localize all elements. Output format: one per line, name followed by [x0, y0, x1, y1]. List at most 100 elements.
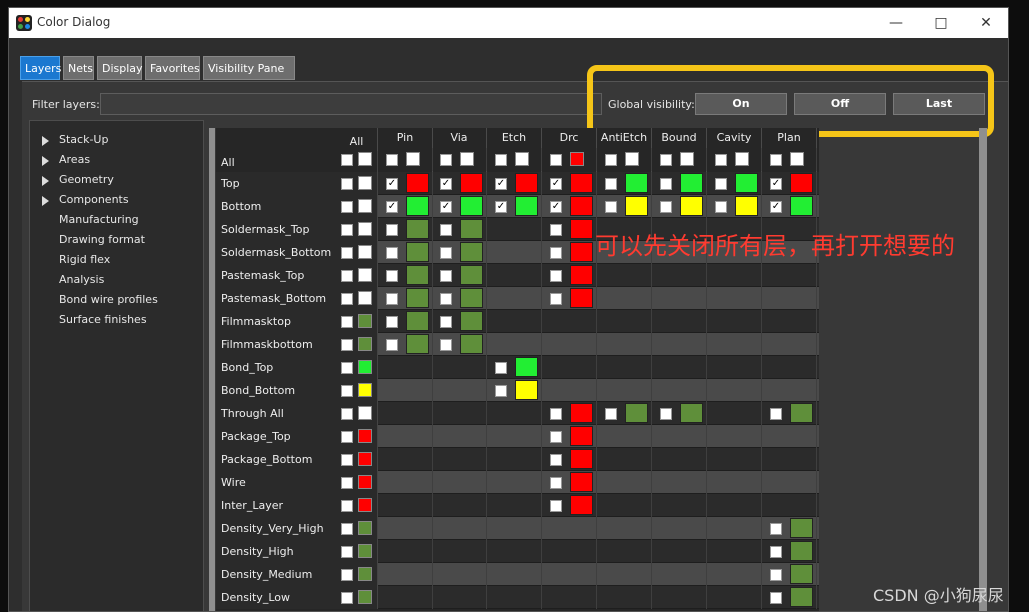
visibility-checkbox[interactable] — [440, 339, 452, 351]
visibility-checkbox[interactable] — [440, 293, 452, 305]
all-visibility-checkbox[interactable] — [341, 431, 353, 443]
visibility-checkbox[interactable] — [386, 154, 398, 166]
visibility-checkbox[interactable] — [770, 523, 782, 535]
color-swatch[interactable] — [406, 152, 420, 166]
visibility-checkbox[interactable] — [770, 408, 782, 420]
visibility-checkbox[interactable] — [770, 592, 782, 604]
all-color-swatch[interactable] — [358, 291, 372, 305]
visibility-checkbox[interactable] — [605, 201, 617, 213]
all-visibility-checkbox[interactable] — [341, 385, 353, 397]
global-on-button[interactable]: On — [695, 93, 787, 115]
all-color-swatch[interactable] — [358, 521, 372, 535]
all-visibility-checkbox[interactable] — [341, 293, 353, 305]
color-swatch[interactable] — [790, 587, 813, 607]
color-swatch[interactable] — [570, 265, 593, 285]
visibility-checkbox[interactable] — [550, 293, 562, 305]
all-visibility-checkbox[interactable] — [341, 154, 353, 166]
visibility-checkbox[interactable] — [550, 224, 562, 236]
tab-visibility-pane[interactable]: Visibility Pane — [203, 56, 295, 80]
color-swatch[interactable] — [570, 196, 593, 216]
all-visibility-checkbox[interactable] — [341, 454, 353, 466]
visibility-checkbox[interactable] — [770, 569, 782, 581]
visibility-checkbox[interactable] — [605, 178, 617, 190]
color-swatch[interactable] — [515, 196, 538, 216]
tree-item[interactable]: Geometry — [30, 170, 203, 190]
visibility-checkbox[interactable] — [660, 154, 672, 166]
visibility-checkbox[interactable] — [605, 408, 617, 420]
tree-item[interactable]: Analysis — [30, 270, 203, 290]
visibility-checkbox[interactable]: ✓ — [440, 178, 452, 190]
visibility-checkbox[interactable] — [386, 339, 398, 351]
visibility-checkbox[interactable] — [660, 178, 672, 190]
all-color-swatch[interactable] — [358, 245, 372, 259]
visibility-checkbox[interactable]: ✓ — [386, 201, 398, 213]
all-visibility-checkbox[interactable] — [341, 362, 353, 374]
tree-item[interactable]: Rigid flex — [30, 250, 203, 270]
color-swatch[interactable] — [406, 288, 429, 308]
visibility-checkbox[interactable] — [440, 224, 452, 236]
visibility-checkbox[interactable] — [440, 154, 452, 166]
visibility-checkbox[interactable] — [770, 546, 782, 558]
color-swatch[interactable] — [680, 196, 703, 216]
color-swatch[interactable] — [460, 152, 474, 166]
color-swatch[interactable] — [460, 334, 483, 354]
color-swatch[interactable] — [460, 288, 483, 308]
color-swatch[interactable] — [625, 173, 648, 193]
vertical-scrollbar[interactable] — [979, 128, 987, 611]
all-visibility-checkbox[interactable] — [341, 546, 353, 558]
all-color-swatch[interactable] — [358, 152, 372, 166]
visibility-checkbox[interactable] — [386, 270, 398, 282]
visibility-checkbox[interactable] — [386, 224, 398, 236]
color-swatch[interactable] — [790, 564, 813, 584]
color-swatch[interactable] — [570, 152, 584, 166]
all-visibility-checkbox[interactable] — [341, 339, 353, 351]
color-swatch[interactable] — [735, 173, 758, 193]
all-color-swatch[interactable] — [358, 383, 372, 397]
maximize-icon[interactable]: □ — [918, 8, 964, 38]
color-swatch[interactable] — [406, 219, 429, 239]
all-visibility-checkbox[interactable] — [341, 316, 353, 328]
all-color-swatch[interactable] — [358, 268, 372, 282]
tree-item[interactable]: Stack-Up — [30, 130, 203, 150]
color-swatch[interactable] — [680, 152, 694, 166]
all-color-swatch[interactable] — [358, 498, 372, 512]
global-off-button[interactable]: Off — [794, 93, 886, 115]
pane-splitter[interactable] — [209, 128, 215, 611]
all-color-swatch[interactable] — [358, 360, 372, 374]
color-swatch[interactable] — [570, 449, 593, 469]
visibility-checkbox[interactable] — [550, 500, 562, 512]
tab-display[interactable]: Display — [97, 56, 143, 80]
visibility-checkbox[interactable] — [495, 154, 507, 166]
color-swatch[interactable] — [735, 152, 749, 166]
visibility-checkbox[interactable]: ✓ — [495, 201, 507, 213]
visibility-checkbox[interactable] — [715, 178, 727, 190]
visibility-checkbox[interactable] — [770, 154, 782, 166]
visibility-checkbox[interactable] — [715, 154, 727, 166]
visibility-checkbox[interactable] — [605, 154, 617, 166]
visibility-checkbox[interactable] — [440, 270, 452, 282]
color-swatch[interactable] — [570, 242, 593, 262]
all-visibility-checkbox[interactable] — [341, 201, 353, 213]
minimize-icon[interactable]: — — [873, 8, 919, 38]
close-icon[interactable]: ✕ — [963, 8, 1008, 38]
color-swatch[interactable] — [790, 518, 813, 538]
expand-arrow-icon[interactable] — [42, 156, 49, 166]
color-swatch[interactable] — [790, 196, 813, 216]
visibility-checkbox[interactable] — [440, 247, 452, 259]
color-swatch[interactable] — [570, 219, 593, 239]
filter-layers-input[interactable] — [100, 93, 602, 115]
color-swatch[interactable] — [460, 196, 483, 216]
all-color-swatch[interactable] — [358, 475, 372, 489]
all-visibility-checkbox[interactable] — [341, 247, 353, 259]
tab-layers[interactable]: Layers — [20, 56, 61, 80]
all-visibility-checkbox[interactable] — [341, 569, 353, 581]
visibility-checkbox[interactable]: ✓ — [440, 201, 452, 213]
color-swatch[interactable] — [406, 311, 429, 331]
visibility-checkbox[interactable] — [550, 477, 562, 489]
visibility-checkbox[interactable] — [550, 270, 562, 282]
color-swatch[interactable] — [460, 311, 483, 331]
all-visibility-checkbox[interactable] — [341, 477, 353, 489]
visibility-checkbox[interactable] — [495, 362, 507, 374]
tree-item[interactable]: Manufacturing — [30, 210, 203, 230]
visibility-checkbox[interactable]: ✓ — [550, 178, 562, 190]
